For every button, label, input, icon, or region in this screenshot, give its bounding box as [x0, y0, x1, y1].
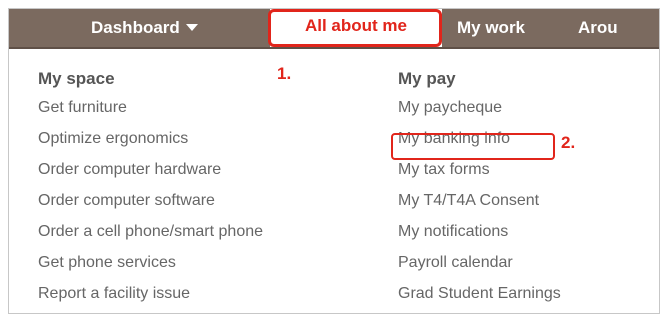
- step-2-annotation: 2.: [561, 133, 576, 152]
- link-my-paycheque[interactable]: My paycheque: [398, 96, 561, 120]
- link-payroll-calendar[interactable]: Payroll calendar: [398, 251, 561, 275]
- nav-all-about-me-label: All about me: [304, 16, 407, 35]
- nav-around-label: Arou: [578, 18, 618, 37]
- my-space-heading: My space: [38, 69, 115, 88]
- nav-dashboard[interactable]: Dashboard: [91, 9, 198, 47]
- nav-dashboard-label: Dashboard: [91, 18, 180, 37]
- link-get-phone-services[interactable]: Get phone services: [38, 251, 263, 275]
- chevron-down-icon: [185, 24, 198, 32]
- screenshot-frame: Dashboard All about me My work Arou 1. M…: [8, 8, 660, 314]
- nav-my-work[interactable]: My work: [457, 9, 525, 47]
- link-my-banking-info[interactable]: My banking info: [398, 127, 561, 151]
- my-space-column: My space Get furniture Optimize ergonomi…: [38, 67, 263, 313]
- link-optimize-ergonomics[interactable]: Optimize ergonomics: [38, 127, 263, 151]
- link-report-facility-issue[interactable]: Report a facility issue: [38, 282, 263, 306]
- my-pay-heading: My pay: [398, 69, 456, 88]
- link-get-furniture[interactable]: Get furniture: [38, 96, 263, 120]
- nav-around[interactable]: Arou: [578, 9, 618, 47]
- top-navbar: Dashboard All about me My work Arou: [9, 9, 659, 49]
- nav-all-about-me[interactable]: All about me: [270, 9, 442, 47]
- link-order-computer-software[interactable]: Order computer software: [38, 189, 263, 213]
- link-order-cell-phone[interactable]: Order a cell phone/smart phone: [38, 220, 263, 244]
- nav-my-work-label: My work: [457, 18, 526, 37]
- my-pay-column: My pay My paycheque My banking info My t…: [398, 67, 561, 313]
- link-my-t4-consent[interactable]: My T4/T4A Consent: [398, 189, 561, 213]
- link-order-computer-hardware[interactable]: Order computer hardware: [38, 158, 263, 182]
- link-my-notifications[interactable]: My notifications: [398, 220, 561, 244]
- link-grad-student-earnings[interactable]: Grad Student Earnings: [398, 282, 561, 306]
- link-my-tax-forms[interactable]: My tax forms: [398, 158, 561, 182]
- step-1-annotation: 1.: [277, 64, 292, 83]
